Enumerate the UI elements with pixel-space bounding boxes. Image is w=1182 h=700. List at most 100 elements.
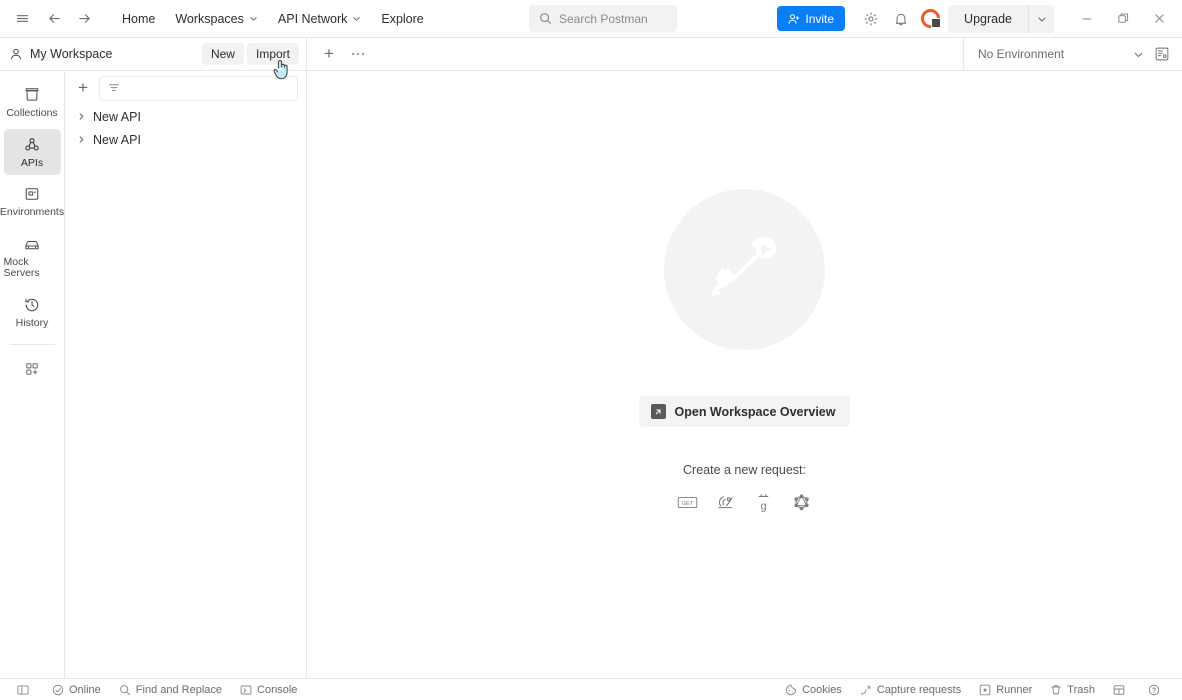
add-module-icon[interactable]	[4, 353, 61, 384]
sidebar-item-mock-servers-label: Mock Servers	[3, 255, 40, 280]
workspace-bar: My Workspace New Import + No Environment	[0, 38, 1182, 71]
find-and-replace-button[interactable]: Find and Replace	[110, 681, 231, 699]
environments-icon	[23, 185, 41, 203]
workspace-name: My Workspace	[30, 47, 113, 61]
trash-label: Trash	[1067, 683, 1095, 696]
collections-icon	[23, 86, 41, 104]
http-request-icon[interactable]: GET	[676, 490, 700, 514]
upgrade-control-group: Upgrade	[948, 4, 1054, 33]
chevron-right-icon[interactable]	[77, 135, 86, 144]
upgrade-dropdown-chevron-down-icon[interactable]	[1028, 4, 1054, 33]
nav-link-home-label: Home	[122, 11, 156, 26]
upgrade-button[interactable]: Upgrade	[948, 5, 1028, 33]
sidebar-item-apis-label: APIs	[20, 156, 44, 169]
chevron-right-icon[interactable]	[77, 112, 86, 121]
primary-nav-links: Home Workspaces API Network Explore	[112, 7, 434, 31]
create-request-actions: GET g	[676, 490, 814, 514]
sidebar-item-mock-servers[interactable]: Mock Servers	[4, 228, 61, 286]
sidebar-item-collections[interactable]: Collections	[4, 79, 61, 126]
app-body: Collections APIs Environments Mock Serve…	[0, 71, 1182, 678]
create-request-title: Create a new request:	[683, 463, 806, 477]
environment-quick-look-icon[interactable]	[1150, 42, 1174, 66]
sidebar-item-collections-label: Collections	[6, 107, 58, 119]
top-navigation-bar: Home Workspaces API Network Explore Sear…	[0, 0, 1182, 38]
user-avatar[interactable]	[921, 9, 942, 28]
environment-select-value: No Environment	[978, 47, 1065, 61]
api-name: New API	[93, 132, 141, 147]
list-item[interactable]: New API	[65, 105, 306, 128]
help-button[interactable]	[1139, 681, 1174, 699]
gear-icon[interactable]	[857, 5, 885, 33]
hamburger-menu-icon[interactable]	[8, 5, 36, 33]
workspace-header: My Workspace New Import	[0, 38, 307, 70]
search-input[interactable]: Search Postman	[529, 5, 677, 32]
invite-button[interactable]: Invite	[777, 6, 846, 31]
invite-button-label: Invite	[805, 11, 835, 26]
sidebar-toggle-button[interactable]	[8, 681, 43, 699]
sidebar-item-history[interactable]: History	[4, 289, 61, 336]
cookies-button[interactable]: Cookies	[776, 681, 851, 699]
help-icon	[1148, 684, 1160, 696]
apis-list-panel: + New API New API	[65, 71, 307, 678]
chevron-down-icon	[249, 14, 258, 23]
grpc-request-icon[interactable]: g	[752, 490, 776, 514]
main-content-empty-state: Open Workspace Overview Create a new req…	[307, 71, 1182, 678]
find-and-replace-label: Find and Replace	[135, 683, 223, 696]
runner-label: Runner	[996, 683, 1033, 696]
sidebar-item-apis[interactable]: APIs	[3, 128, 61, 176]
window-maximize-button[interactable]	[1106, 4, 1140, 34]
search-icon	[539, 12, 552, 25]
cookie-icon	[785, 684, 797, 696]
arrow-left-icon[interactable]	[40, 5, 68, 33]
open-workspace-overview-label: Open Workspace Overview	[674, 404, 836, 419]
nav-link-home[interactable]: Home	[112, 7, 165, 31]
new-tab-button[interactable]: +	[317, 42, 341, 66]
sidebar-toggle-icon	[17, 684, 29, 696]
sidebar-item-environments[interactable]: Environments	[0, 178, 64, 225]
apis-panel-toolbar: +	[65, 71, 306, 105]
capture-requests-label: Capture requests	[876, 683, 962, 696]
nav-link-workspaces[interactable]: Workspaces	[165, 7, 268, 31]
history-icon	[23, 296, 41, 314]
search-icon	[119, 684, 131, 696]
arrow-right-icon[interactable]	[70, 5, 98, 33]
open-workspace-overview-button[interactable]: Open Workspace Overview	[638, 396, 851, 427]
tab-strip: +	[307, 38, 964, 70]
console-icon	[240, 684, 252, 696]
external-link-icon	[650, 404, 666, 419]
nav-link-api-network[interactable]: API Network	[268, 7, 371, 31]
capture-requests-button[interactable]: Capture requests	[851, 681, 970, 699]
cookies-label: Cookies	[802, 683, 842, 696]
two-pane-view-button[interactable]	[1104, 681, 1139, 699]
api-name: New API	[93, 109, 141, 124]
window-minimize-button[interactable]	[1070, 4, 1104, 34]
trash-button[interactable]: Trash	[1041, 681, 1104, 699]
primary-sidebar-rail: Collections APIs Environments Mock Serve…	[0, 71, 65, 678]
chevron-down-icon	[352, 14, 361, 23]
tab-options-button[interactable]	[347, 51, 370, 57]
person-add-icon	[788, 13, 800, 25]
search-placeholder: Search Postman	[559, 11, 648, 26]
new-button[interactable]: New	[201, 43, 244, 65]
list-item[interactable]: New API	[65, 128, 306, 151]
create-api-button[interactable]: +	[71, 76, 95, 100]
apis-filter-input[interactable]	[99, 75, 298, 101]
websocket-request-icon[interactable]	[714, 490, 738, 514]
import-button[interactable]: Import	[246, 43, 299, 65]
graphql-request-icon[interactable]	[790, 490, 814, 514]
workspace-actions: New Import	[201, 43, 306, 65]
bell-icon[interactable]	[887, 5, 915, 33]
nav-link-explore[interactable]: Explore	[371, 7, 433, 31]
apis-icon	[23, 136, 41, 154]
console-button[interactable]: Console	[231, 681, 306, 699]
online-status[interactable]: Online	[43, 681, 110, 699]
environment-selector-zone: No Environment	[964, 38, 1182, 70]
runner-button[interactable]: Runner	[970, 681, 1041, 699]
status-online-icon	[52, 684, 64, 696]
environment-select[interactable]: No Environment	[978, 47, 1144, 61]
chevron-down-icon	[1133, 49, 1144, 60]
capture-icon	[860, 684, 872, 696]
window-close-button[interactable]	[1142, 4, 1176, 34]
filter-icon	[107, 81, 121, 95]
sidebar-divider	[9, 344, 55, 346]
